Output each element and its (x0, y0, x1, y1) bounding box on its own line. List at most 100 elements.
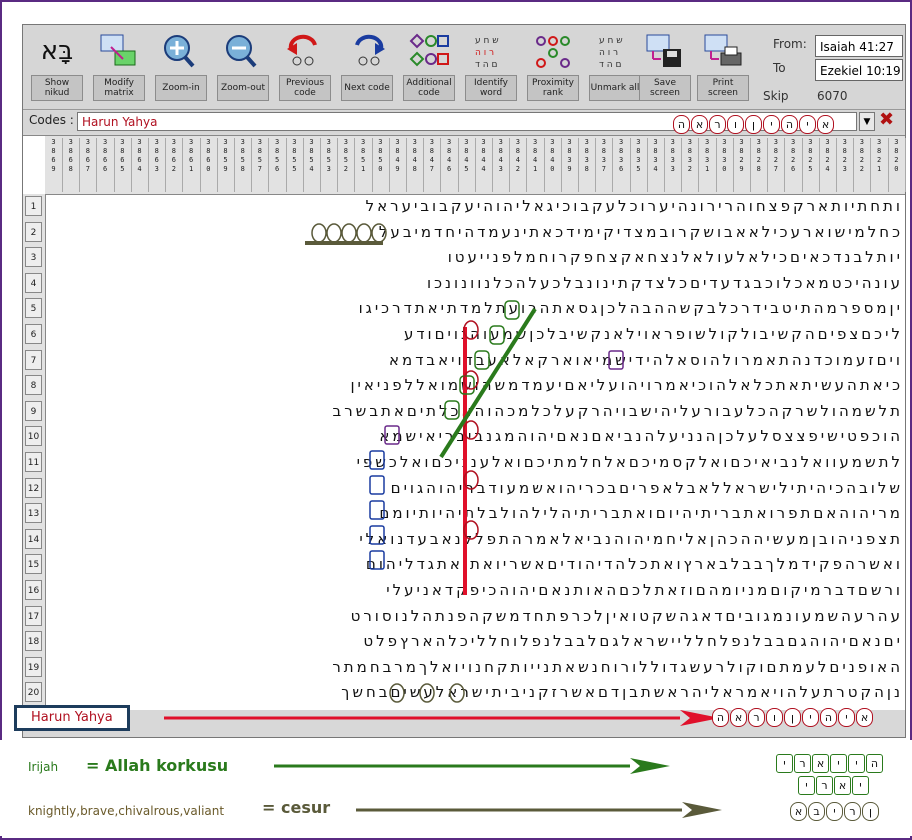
bottom-code-box: Harun Yahya (14, 705, 130, 731)
matrix-row: כיאתהעשיתאתכלאלהוכיאמרויהועליאםיעמדמשהוש… (350, 376, 903, 395)
matrix-row: מריהוהאםתפרואתבריתיהיוםואתבריתיהלילהולבל… (379, 504, 903, 523)
next-code-button[interactable]: Next code (341, 29, 393, 105)
matrix-row: ויםזעמוכדנהתאמרולהוסאלהידישמיאוארקאלאעבד… (389, 350, 903, 369)
column-header: 3 8 4 0 (544, 138, 562, 192)
column-header: 3 8 5 1 (355, 138, 373, 192)
codes-dropdown-button[interactable]: ▼ (859, 112, 875, 131)
code-letter-tile: י (802, 708, 819, 727)
save-screen-button[interactable]: Save screen (639, 29, 691, 105)
column-header: 3 8 4 8 (406, 138, 425, 192)
code-letter-tile: ו (766, 708, 783, 727)
code-letter-tile: ר (816, 776, 833, 795)
svg-text:ם ה ד: ם ה ד (599, 60, 622, 70)
matrix-row: עהרעהשמעונמגוביםדאגהשקטואיןלכרפתחדמשקהפנ… (350, 606, 903, 625)
column-header: 3 8 3 6 (613, 138, 631, 192)
row-header-bar: 1 2 3 4 5 6 7 8 9 10 11 12 13 14 15 16 17 18 19 20 (23, 194, 46, 706)
skip-label: Skip (763, 89, 789, 103)
column-header: 3 8 2 7 (767, 138, 786, 192)
print-screen-button[interactable]: Print screen (697, 29, 749, 105)
code-letter-tile: י (763, 115, 780, 134)
additional-code-icon (407, 29, 451, 73)
from-field[interactable]: Isaiah 41:27 (815, 35, 903, 57)
matrix-row: עונהיכטמאכלוכבגדעדיםכלצדקתינונבלכעלהכלנו… (426, 273, 903, 292)
code-letter-tile: ה (820, 708, 837, 727)
to-field[interactable]: Ezekiel 10:19 (815, 59, 903, 81)
code-letter-tile: י (830, 754, 847, 773)
close-icon[interactable]: ✖ (879, 109, 894, 130)
zoom-out-label: Zoom-out (217, 75, 269, 101)
row-number: 12 (25, 477, 42, 498)
letter-matrix: 3 8 6 93 8 6 83 8 6 73 8 6 63 8 6 53 8 6… (23, 135, 906, 710)
row-number: 2 (25, 221, 42, 242)
modify-matrix-button[interactable]: Modify matrix (93, 29, 145, 105)
print-screen-label: Print screen (697, 75, 749, 101)
code-letter-tile: י (799, 115, 816, 134)
matrix-row: יםנאםיהוהגםבבלנפלחלליישראלגםלבבלנפלוחללי… (363, 632, 903, 651)
column-header: 3 8 6 4 (131, 138, 149, 192)
column-header: 3 8 6 9 (45, 138, 63, 192)
identify-word-button[interactable]: ש ח ע ר ו ה ם ה ד Identify word (465, 29, 517, 105)
code-letter-tile: י (848, 754, 865, 773)
column-header: 3 8 2 2 (853, 138, 872, 192)
code-letter-tile: ב (808, 802, 825, 821)
column-header: 3 8 4 7 (423, 138, 442, 192)
zoom-in-button[interactable]: Zoom-in (155, 29, 207, 105)
matrix-row: תצפניהובןמעשיההכהןאליחמיהוהנביאלאמרהתפלל… (359, 529, 903, 548)
code-letter-tile: ה (712, 708, 729, 727)
column-header: 3 8 5 5 (286, 138, 304, 192)
column-header: 3 8 2 3 (836, 138, 855, 192)
column-header: 3 8 6 7 (79, 138, 98, 192)
aleph-bet-icon: בָּא (35, 29, 79, 73)
code-letter-tile: א (856, 708, 873, 727)
code-letter-tile: א (790, 802, 807, 821)
show-nikud-button[interactable]: בָּא Show nikud (31, 29, 83, 105)
print-screen-icon (701, 29, 745, 73)
save-screen-label: Save screen (639, 75, 691, 101)
proximity-rank-button[interactable]: Proximity rank (527, 29, 579, 105)
column-header: 3 8 4 5 (458, 138, 476, 192)
column-header: 3 8 4 6 (441, 138, 459, 192)
svg-text:ר ו ה: ר ו ה (475, 48, 494, 58)
legend-2-label: knightly,brave,chivalrous,valiant (28, 804, 225, 818)
column-header: 3 8 4 3 (492, 138, 511, 192)
code-letter-tile: י (838, 708, 855, 727)
code-letter-tile: י (776, 754, 793, 773)
proximity-rank-label: Proximity rank (527, 75, 579, 101)
row-number: 20 (25, 682, 42, 703)
row-number: 19 (25, 656, 42, 677)
legend: Irijah = Allah korkusu יראייה יראי knigh… (0, 740, 912, 836)
column-header: 3 8 2 9 (733, 138, 751, 192)
from-label: From: (773, 37, 807, 51)
legend-1-tiles-b: יראי (798, 774, 870, 795)
show-nikud-label: Show nikud (31, 75, 83, 101)
code-letter-tile: ה (866, 754, 883, 773)
save-screen-icon (643, 29, 687, 73)
matrix-row: כחלמישוארעכילאאבושקרובמצדיקימידכאתינעמדה… (378, 222, 903, 241)
zoom-out-button[interactable]: Zoom-out (217, 29, 269, 105)
column-header: 3 8 3 1 (699, 138, 717, 192)
row-number: 4 (25, 272, 42, 293)
code-letter-tile: י (852, 776, 869, 795)
row-number: 5 (25, 298, 42, 319)
unmark-all-button[interactable]: ש ח ע ר ו ה ם ה ד Unmark all (589, 29, 641, 105)
column-header: 3 8 6 5 (114, 138, 132, 192)
grid-arrow-icon (97, 29, 141, 73)
code-letter-tile: א (812, 754, 829, 773)
code-letter-tile: ן (784, 708, 801, 727)
code-hebrew-tiles-bottom: הארוןיהיא (712, 706, 874, 728)
column-header: 3 8 2 6 (785, 138, 803, 192)
code-letter-tile: ר (794, 754, 811, 773)
row-number: 14 (25, 528, 42, 549)
additional-code-button[interactable]: Additional code (403, 29, 455, 105)
previous-code-button[interactable]: Previous code (279, 29, 331, 105)
codes-bar: Codes : Harun Yahya הארוןיהיא ▼ ✖ (23, 109, 905, 134)
identify-word-icon: ש ח ע ר ו ה ם ה ד (469, 29, 513, 73)
zoom-in-label: Zoom-in (155, 75, 207, 101)
skip-value: 6070 (817, 89, 848, 103)
matrix-row: יותלבנדכאיםכילאלעולאלנצחאקצחפקרוחמלפנייע… (447, 248, 903, 267)
column-header: 3 8 6 6 (97, 138, 115, 192)
row-number: 13 (25, 503, 42, 524)
column-header: 3 8 2 0 (888, 138, 906, 192)
code-letter-tile: ה (673, 115, 690, 134)
row-number: 7 (25, 349, 42, 370)
